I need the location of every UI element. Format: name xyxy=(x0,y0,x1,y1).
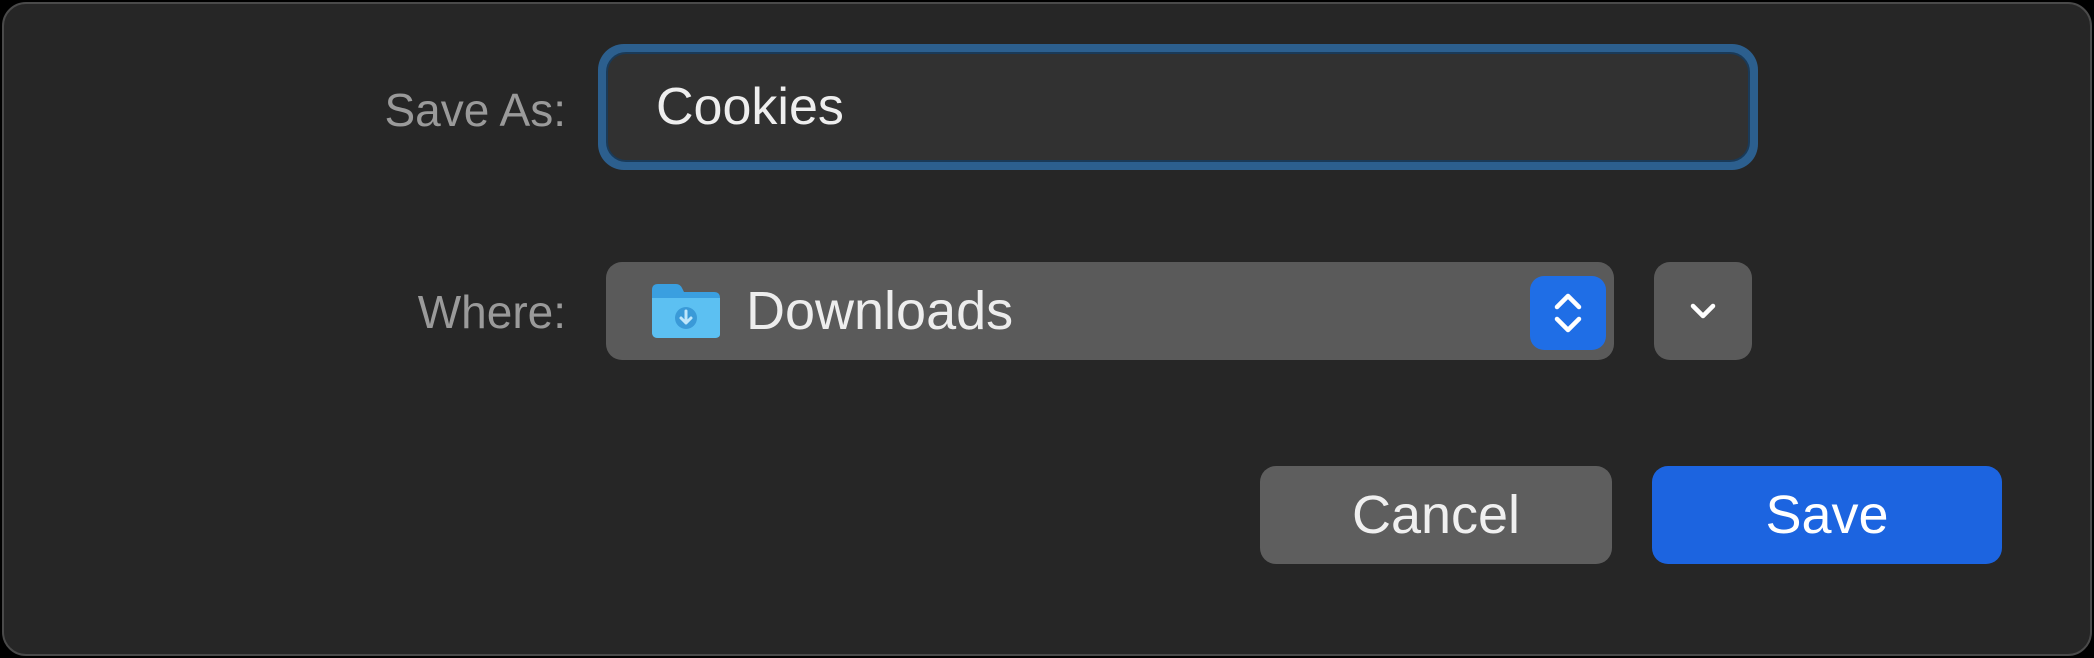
location-popup-button[interactable]: Downloads xyxy=(606,262,1614,360)
file-name-focus-ring: Cookies xyxy=(598,44,1758,170)
chevron-down-icon xyxy=(1690,303,1716,319)
save-dialog: Save As: Cookies Where: Downloads Cancel… xyxy=(2,2,2092,656)
location-value: Downloads xyxy=(746,281,1014,341)
downloads-folder-icon xyxy=(652,284,720,338)
save-as-label: Save As: xyxy=(384,84,566,136)
where-label: Where: xyxy=(417,286,566,338)
up-down-chevron-icon[interactable] xyxy=(1530,276,1606,350)
file-name-input[interactable]: Cookies xyxy=(606,52,1750,162)
cancel-button[interactable]: Cancel xyxy=(1260,466,1612,564)
save-button[interactable]: Save xyxy=(1652,466,2002,564)
expand-dialog-button[interactable] xyxy=(1654,262,1752,360)
